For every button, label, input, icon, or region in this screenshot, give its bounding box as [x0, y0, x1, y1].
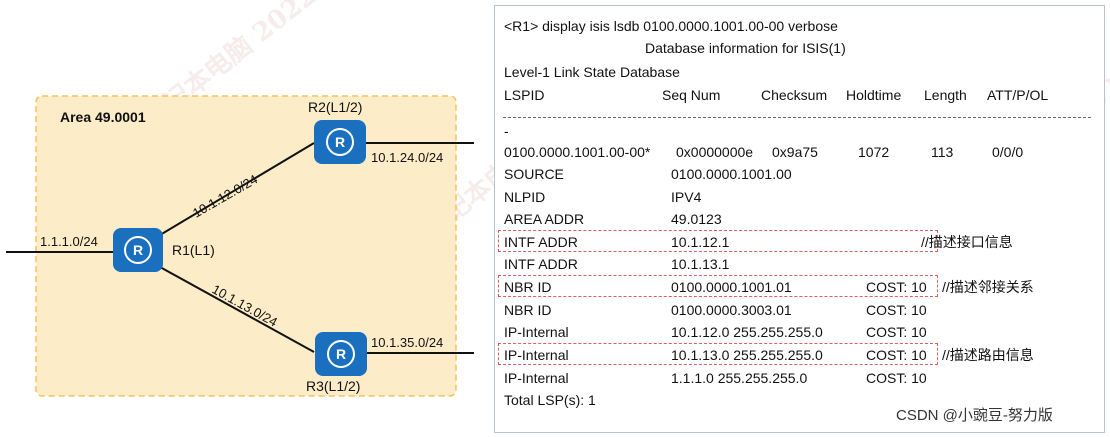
router-r3-label: R3(L1/2)	[306, 378, 360, 394]
tlv-key: NBR ID	[504, 279, 552, 295]
tlv-value: 0100.0000.1001.01	[671, 279, 792, 295]
tlv-value: 1.1.1.0 255.255.255.0	[671, 370, 808, 386]
tlv-key: AREA ADDR	[504, 211, 585, 227]
link-label-r3-right: 10.1.35.0/24	[371, 335, 443, 350]
lsp-seq: 0x0000000e	[676, 144, 754, 160]
tlv-value: 49.0123	[671, 211, 722, 227]
router-r2[interactable]: R	[314, 120, 366, 164]
header-seq: Seq Num	[662, 87, 721, 103]
cli-db-title: Database information for ISIS(1)	[645, 40, 846, 56]
lsp-att: 0/0/0	[992, 144, 1024, 160]
annotation-routes: //描述路由信息	[942, 347, 1034, 363]
topology-diagram: Area 49.0001 1.1.1.0/24 10.1.12.0/24 10.…	[6, 95, 474, 397]
tlv-cost: COST: 10	[866, 370, 927, 386]
lsp-id: 0100.0000.1001.00-00*	[504, 144, 651, 160]
tlv-key: IP-Internal	[504, 324, 569, 340]
tlv-key: IP-Internal	[504, 347, 569, 363]
tlv-key: IP-Internal	[504, 370, 569, 386]
link-label-r1-left: 1.1.1.0/24	[40, 234, 98, 249]
lsp-checksum: 0x9a75	[772, 144, 818, 160]
header-divider	[503, 117, 1091, 118]
tlv-value: 10.1.12.0 255.255.255.0	[671, 324, 823, 340]
lsp-length: 113	[931, 144, 954, 160]
tlv-value: IPV4	[671, 189, 702, 205]
router-r1[interactable]: R	[113, 228, 163, 272]
header-checksum: Checksum	[761, 87, 828, 103]
total-lsp: Total LSP(s): 1	[504, 392, 596, 408]
tlv-value: 0100.0000.3003.01	[671, 302, 792, 318]
lsp-holdtime: 1072	[858, 144, 890, 160]
tlv-key: NLPID	[504, 189, 546, 205]
annotation-adjacency: //描述邻接关系	[942, 279, 1034, 295]
cli-db-level: Level-1 Link State Database	[504, 64, 680, 80]
router-r1-label: R1(L1)	[172, 242, 215, 258]
area-box	[35, 95, 457, 397]
router-icon-glyph: R	[133, 242, 143, 258]
router-r2-label: R2(L1/2)	[308, 99, 362, 115]
tlv-value: 10.1.13.1	[671, 256, 730, 272]
area-label: Area 49.0001	[60, 109, 146, 125]
header-att: ATT/P/OL	[987, 87, 1049, 103]
tlv-cost: COST: 10	[866, 279, 927, 295]
header-lspid: LSPID	[504, 87, 545, 103]
tlv-key: SOURCE	[504, 166, 564, 182]
tlv-key: INTF ADDR	[504, 234, 578, 250]
tlv-key: NBR ID	[504, 302, 552, 318]
header-holdtime: Holdtime	[846, 87, 902, 103]
tlv-cost: COST: 10	[866, 347, 927, 363]
tlv-cost: COST: 10	[866, 324, 927, 340]
router-icon-glyph: R	[336, 346, 346, 362]
divider-tail: -	[504, 123, 509, 139]
credit-text: CSDN @小豌豆-努力版	[896, 407, 1053, 424]
tlv-key: INTF ADDR	[504, 256, 578, 272]
tlv-cost: COST: 10	[866, 302, 927, 318]
link-label-r2-right: 10.1.24.0/24	[371, 150, 443, 165]
tlv-value: 10.1.12.1	[671, 234, 730, 250]
tlv-value: 0100.0000.1001.00	[671, 166, 792, 182]
tlv-value: 10.1.13.0 255.255.255.0	[671, 347, 823, 363]
router-r3[interactable]: R	[315, 332, 367, 376]
cli-command: <R1> display isis lsdb 0100.0000.1001.00…	[504, 18, 838, 34]
router-icon-glyph: R	[335, 134, 345, 150]
cli-output-panel: <R1> display isis lsdb 0100.0000.1001.00…	[494, 5, 1105, 433]
header-length: Length	[924, 87, 967, 103]
annotation-interface: //描述接口信息	[921, 234, 1013, 250]
